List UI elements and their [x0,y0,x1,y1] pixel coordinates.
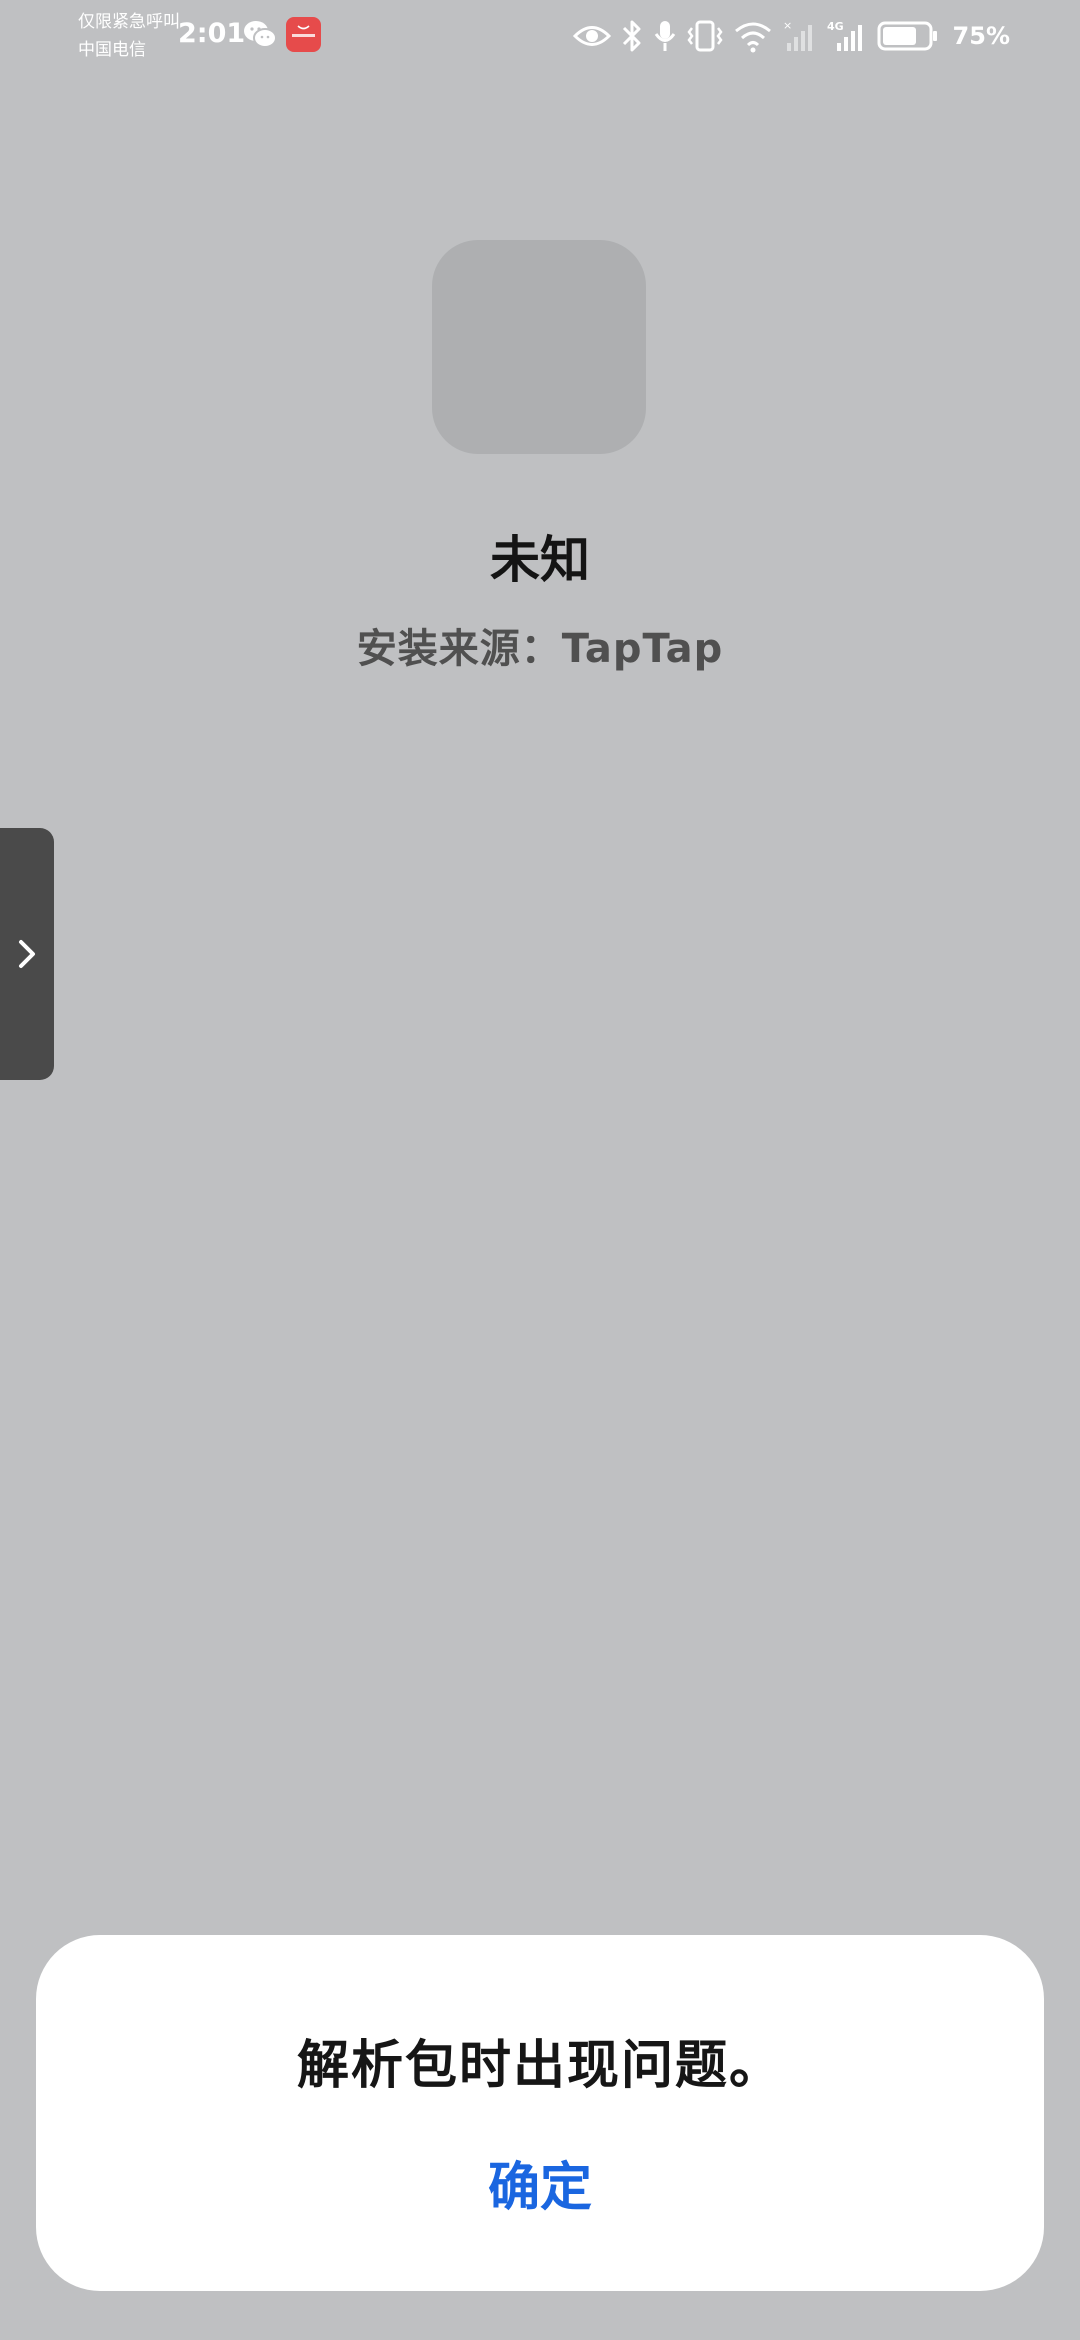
screen: 仅限紧急呼叫 中国电信 2:01 × 4G 75% 未知 安装来源：TapTap… [0,0,1080,2340]
app-icon-placeholder [432,240,646,454]
battery-icon [877,21,937,51]
carrier-block: 仅限紧急呼叫 中国电信 [78,8,180,64]
wifi-icon [734,22,771,53]
huawei-appgallery-icon [286,17,321,52]
app-name: 未知 [490,531,590,589]
status-time: 2:01 [178,18,246,49]
status-icons: × 4G 75% [572,14,1010,58]
vibrate-icon [686,20,723,52]
signal-4g-icon: 4G [827,20,862,51]
chevron-right-icon [19,940,35,968]
signal-icon: × [783,19,812,51]
carrier-name: 中国电信 [78,40,146,60]
emergency-call-text: 仅限紧急呼叫 [78,12,180,32]
error-dialog: 解析包时出现问题。 确定 [36,1935,1044,2291]
dialog-message: 解析包时出现问题。 [296,2036,783,2096]
wechat-icon [244,21,277,48]
install-source-label: 安装来源：TapTap [356,626,724,672]
microphone-icon [654,21,675,51]
side-panel-handle[interactable] [0,828,54,1080]
battery-percentage: 75% [952,22,1010,50]
svg-text:×: × [783,19,792,32]
confirm-button[interactable]: 确定 [440,2153,640,2223]
eye-icon [572,26,611,46]
svg-text:4G: 4G [827,20,844,33]
status-bar: 仅限紧急呼叫 中国电信 2:01 × 4G 75% [0,0,1080,72]
bluetooth-icon [622,20,641,52]
